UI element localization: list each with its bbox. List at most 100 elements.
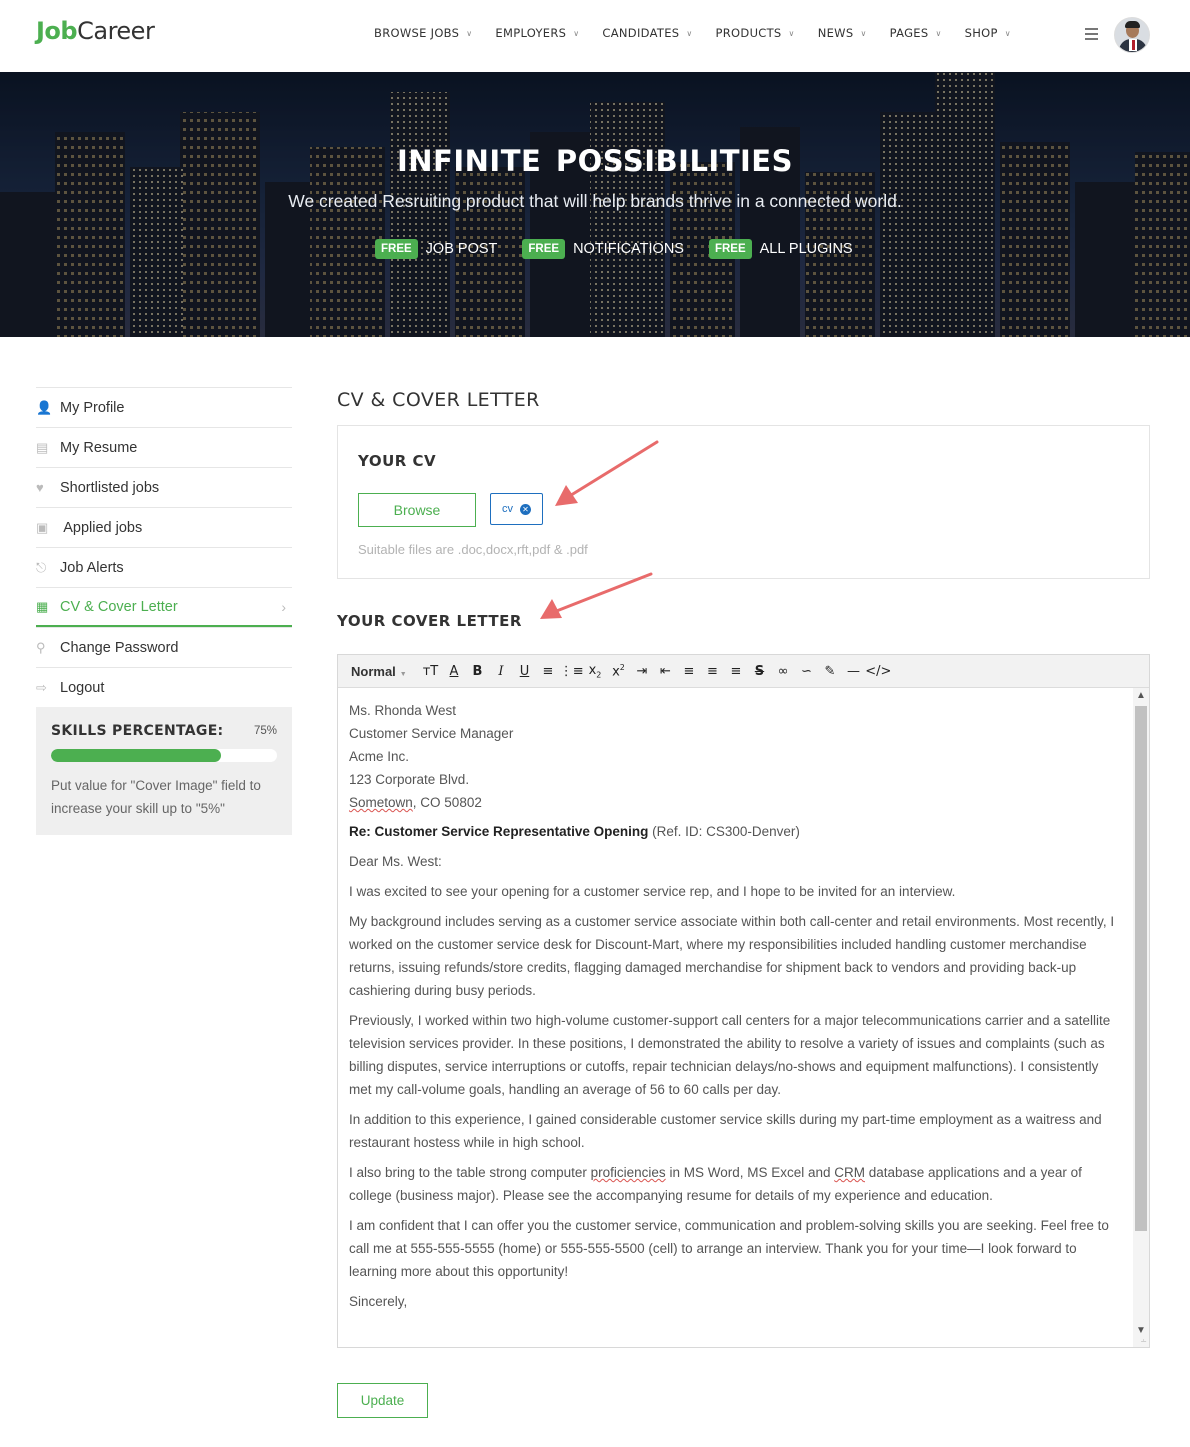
paragraph-1: I was excited to see your opening for a … xyxy=(349,884,956,899)
sidebar-item-job-alerts[interactable]: ⎋ Job Alerts xyxy=(36,547,292,587)
text-run: I also bring to the table strong compute… xyxy=(349,1165,591,1180)
reference-subject: Re: Customer Service Representative Open… xyxy=(349,824,649,839)
sidebar-item-my-profile[interactable]: 👤 My Profile xyxy=(36,387,292,427)
resize-handle-icon[interactable]: ∸ xyxy=(1140,1337,1147,1346)
nav-label: CANDIDATES xyxy=(602,26,680,40)
browse-button[interactable]: Browse xyxy=(358,493,476,527)
chevron-down-icon: ∨ xyxy=(860,29,867,38)
recipient-street: 123 Corporate Blvd. xyxy=(349,772,470,787)
align-left-icon[interactable]: ≡ xyxy=(677,664,701,679)
superscript-icon[interactable]: x2 xyxy=(607,663,631,679)
sidebar-item-label: Change Password xyxy=(60,639,179,656)
sidebar-item-applied-jobs[interactable]: ▣ Applied jobs xyxy=(36,507,292,547)
cover-letter-title: YOUR COVER LETTER xyxy=(337,612,522,630)
cv-file-hint: Suitable files are .doc,docx,rft,pdf & .… xyxy=(358,542,588,557)
heart-icon: ♥ xyxy=(36,480,44,495)
nav-label: NEWS xyxy=(817,26,854,40)
free-badge: FREE xyxy=(375,239,418,259)
underline-icon[interactable]: U xyxy=(513,664,537,679)
sidebar-item-logout[interactable]: ⇨ Logout xyxy=(36,667,292,707)
outdent-icon[interactable]: ⇤ xyxy=(654,664,678,679)
scroll-up-icon[interactable]: ▲ xyxy=(1133,688,1149,704)
paragraph-4: In addition to this experience, I gained… xyxy=(349,1112,1102,1150)
page-title: CV & COVER LETTER xyxy=(337,389,540,411)
nav-employers[interactable]: EMPLOYERS ∨ xyxy=(495,26,579,40)
document-icon: ▤ xyxy=(36,439,49,455)
scrollbar-thumb[interactable] xyxy=(1135,706,1147,1231)
hero-title: INFINITE POSSIBILITIES xyxy=(396,144,793,178)
format-select[interactable]: Normal ▼ xyxy=(351,664,407,679)
reference-line: Re: Customer Service Representative Open… xyxy=(349,820,1122,843)
chevron-down-icon: ∨ xyxy=(686,29,693,38)
annotation-arrow-cover-letter xyxy=(552,572,653,614)
horizontal-rule-icon[interactable]: — xyxy=(842,664,866,679)
uploaded-file-chip[interactable]: cv ✕ xyxy=(490,493,543,525)
chevron-down-icon: ∨ xyxy=(935,29,942,38)
subscript-icon[interactable]: x2 xyxy=(583,663,607,680)
skills-progress-fill xyxy=(51,749,221,762)
skills-percentage-panel: SKILLS PERCENTAGE: 75% Put value for "Co… xyxy=(36,707,292,835)
recipient-company: Acme Inc. xyxy=(349,749,410,764)
sidebar-item-cv-cover-letter[interactable]: ▦ CV & Cover Letter › xyxy=(36,587,292,627)
recipient-city-line: Sometown, CO 50802 xyxy=(349,791,1122,814)
remove-file-icon[interactable]: ✕ xyxy=(520,503,531,515)
link-icon[interactable]: ∞ xyxy=(771,664,795,679)
strikethrough-icon[interactable]: S xyxy=(748,664,772,679)
skills-percent: 75% xyxy=(253,725,277,737)
skills-title: SKILLS PERCENTAGE: xyxy=(51,723,224,739)
format-label: Normal xyxy=(351,663,396,679)
site-logo[interactable]: JobCareer xyxy=(36,17,155,45)
nav-label: PRODUCTS xyxy=(715,26,782,40)
id-card-icon: ▦ xyxy=(36,598,49,614)
hamburger-menu-icon[interactable] xyxy=(1085,28,1098,42)
free-badge: FREE xyxy=(522,239,566,259)
sidebar-item-label: My Resume xyxy=(60,439,138,456)
align-right-icon[interactable]: ≡ xyxy=(724,664,748,679)
state-zip: , CO 50802 xyxy=(412,795,482,810)
user-avatar[interactable] xyxy=(1114,17,1150,53)
editor-scrollbar[interactable]: ▲ ▼ xyxy=(1133,688,1149,1347)
align-center-icon[interactable]: ≡ xyxy=(701,664,725,679)
city-name: Sometown xyxy=(349,795,413,810)
nav-shop[interactable]: SHOP ∨ xyxy=(965,26,1011,40)
bullet-list-icon[interactable]: ⋮≡ xyxy=(560,664,584,679)
caret-down-icon: ▼ xyxy=(399,670,407,678)
text-run: CRM xyxy=(834,1165,865,1180)
update-button[interactable]: Update xyxy=(337,1383,428,1418)
free-badge: FREE xyxy=(708,239,752,259)
feature-label: JOB POST xyxy=(425,241,498,257)
nav-products[interactable]: PRODUCTS ∨ xyxy=(716,26,795,40)
ordered-list-icon[interactable]: ≡ xyxy=(536,664,560,679)
editor-toolbar: Normal ▼ тT A B I U ≡ ⋮≡ x2 x2 ⇥ ⇤ ≡ ≡ ≡ … xyxy=(338,655,1149,688)
greeting: Dear Ms. West: xyxy=(349,854,442,869)
sidebar-item-label: Shortlisted jobs xyxy=(60,479,160,496)
chevron-down-icon: ∨ xyxy=(1004,29,1011,38)
sidebar-item-label: CV & Cover Letter xyxy=(60,598,178,615)
paragraph-2: My background includes serving as a cust… xyxy=(349,914,1115,998)
text-size-icon[interactable]: тT xyxy=(419,664,443,679)
nav-pages[interactable]: PAGES ∨ xyxy=(890,26,942,40)
code-view-icon[interactable]: </> xyxy=(865,664,891,679)
indent-icon[interactable]: ⇥ xyxy=(630,664,654,679)
text-run: in MS Word, MS Excel and xyxy=(665,1165,835,1180)
text-run: proficiencies xyxy=(590,1165,666,1180)
hero-banner: INFINITE POSSIBILITIES We created Resrui… xyxy=(0,72,1190,337)
main-nav: BROWSE JOBS ∨ EMPLOYERS ∨ CANDIDATES ∨ PROD… xyxy=(374,26,1034,40)
text-color-icon[interactable]: A xyxy=(442,664,466,679)
briefcase-icon: ▣ xyxy=(36,519,49,535)
sidebar-item-shortlisted-jobs[interactable]: ♥ Shortlisted jobs xyxy=(36,467,292,507)
clear-format-icon[interactable]: ✎ xyxy=(818,664,842,679)
italic-icon[interactable]: I xyxy=(489,664,513,679)
nav-news[interactable]: NEWS ∨ xyxy=(818,26,867,40)
editor-content[interactable]: Ms. Rhonda West Customer Service Manager… xyxy=(338,688,1133,1347)
paragraph-6: I am confident that I can offer you the … xyxy=(349,1218,1109,1279)
sidebar-item-my-resume[interactable]: ▤ My Resume xyxy=(36,427,292,467)
reference-id: (Ref. ID: CS300-Denver) xyxy=(648,824,800,839)
unlink-icon[interactable]: ∽ xyxy=(795,664,819,679)
recipient-position: Customer Service Manager xyxy=(349,726,514,741)
bold-icon[interactable]: B xyxy=(466,664,490,679)
nav-browse-jobs[interactable]: BROWSE JOBS ∨ xyxy=(374,26,472,40)
sidebar-item-label: Logout xyxy=(60,679,105,696)
nav-candidates[interactable]: CANDIDATES ∨ xyxy=(602,26,692,40)
sidebar-item-change-password[interactable]: ⚲ Change Password xyxy=(36,627,292,667)
